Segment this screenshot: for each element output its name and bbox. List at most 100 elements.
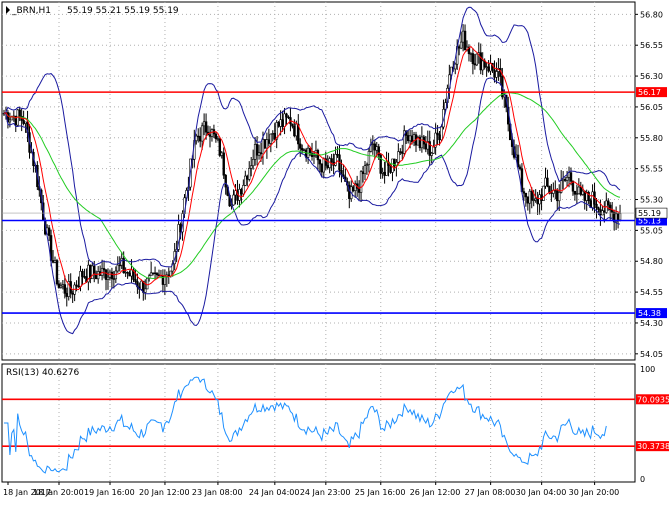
candle-body [550, 192, 553, 194]
candle [263, 139, 267, 150]
candle-body [391, 158, 394, 173]
candle-body [577, 186, 581, 195]
candle-body [363, 165, 367, 175]
rsi-panel: RSI(13) 40.6276 100 0 70.0935 30.3738 [1, 363, 670, 484]
candle-body [389, 165, 392, 173]
candle-body [563, 178, 567, 181]
candle-body [573, 190, 577, 195]
candle-body [546, 177, 549, 187]
candle-body [597, 207, 600, 210]
candle-body [595, 203, 598, 209]
y-tick-label: 55.80 [640, 134, 663, 143]
candle-body [438, 134, 441, 141]
resistance-level-label: 56.17 [638, 88, 661, 97]
candle-body [538, 194, 541, 205]
candle-body [218, 138, 222, 156]
y-tick-label: 55.05 [640, 226, 663, 235]
candle-body [599, 209, 602, 216]
candle-body [202, 121, 206, 127]
candle-body [383, 171, 386, 176]
time-axis: 18 Jan 201718 Jan 20:00 19 Jan 16:00 20 Ja… [3, 482, 619, 497]
candle-body [222, 152, 225, 176]
candle-body [397, 151, 400, 163]
candle-body [457, 46, 461, 49]
candle-body [287, 116, 290, 119]
candle-body [493, 69, 496, 78]
candle-body [565, 177, 569, 181]
candle-body [77, 285, 80, 288]
candle [146, 278, 149, 290]
candle-body [518, 166, 522, 170]
y-tick-label: 56.55 [640, 41, 663, 50]
candle-body [295, 123, 298, 137]
candle-body [485, 66, 488, 68]
candle-body [473, 63, 477, 66]
candle-body [251, 159, 255, 167]
candle-body [424, 143, 428, 150]
candle-body [401, 151, 404, 154]
candle-body [51, 260, 55, 263]
candle-body [79, 270, 82, 287]
x-tick-label: 25 Jan 16:00 [355, 488, 406, 497]
candle [542, 185, 545, 201]
candle-body [302, 149, 306, 151]
candle-body [259, 152, 263, 155]
candle-body [146, 278, 149, 290]
candle-body [134, 279, 137, 282]
candle-body [561, 178, 565, 182]
candle-body [475, 53, 479, 66]
x-tick-label: 27 Jan 08:00 [465, 488, 516, 497]
candle-body [61, 284, 65, 287]
candle-body [616, 213, 620, 221]
candle-body [534, 198, 537, 201]
candle-body [263, 139, 267, 149]
rsi-frame [1, 363, 636, 483]
candle-body [487, 66, 490, 72]
candle-body [195, 135, 198, 142]
candle-body [528, 190, 531, 204]
candle-body [385, 161, 388, 176]
candle-body [255, 144, 259, 156]
candle-body [544, 177, 547, 187]
candle-body [128, 272, 131, 277]
x-tick-label: 24 Jan 04:00 [249, 488, 300, 497]
candle-body [106, 276, 110, 280]
candle-body [149, 272, 153, 277]
candle-body [524, 192, 528, 198]
x-tick-label: 18 Jan 20:00 [33, 488, 84, 497]
candle-body [248, 168, 251, 180]
candle-body [110, 271, 114, 279]
candle-body [575, 193, 579, 195]
candle-body [459, 41, 463, 49]
candle-body [436, 132, 439, 136]
candle-body [603, 210, 606, 213]
y-tick-label: 54.30 [640, 319, 663, 328]
candle-body [373, 143, 376, 151]
candle-body [581, 190, 584, 195]
candle-body [579, 186, 583, 195]
candle-body [163, 276, 167, 285]
candle-body [558, 192, 561, 202]
rsi-tick-100: 100 [640, 365, 655, 374]
candle-body [269, 133, 273, 144]
candle-body [214, 133, 218, 140]
candle-body [267, 139, 271, 144]
candle-body [271, 133, 274, 135]
current-price-label: 55.19 [638, 209, 661, 218]
candle-body [285, 113, 288, 118]
candle-body [420, 136, 424, 149]
candle-body [200, 125, 204, 142]
candle [55, 258, 59, 286]
y-tick-label: 54.55 [640, 288, 663, 297]
candle-body [408, 135, 412, 142]
candle-body [371, 143, 375, 146]
candle-body [57, 283, 61, 288]
y-tick-label: 54.80 [640, 257, 663, 266]
candle-body [463, 30, 467, 51]
candle-body [454, 63, 457, 70]
candle-body [406, 135, 410, 142]
candle-body [469, 53, 473, 55]
candle-body [71, 292, 74, 295]
x-tick-label: 24 Jan 23:00 [300, 488, 351, 497]
candle-body [81, 270, 84, 277]
